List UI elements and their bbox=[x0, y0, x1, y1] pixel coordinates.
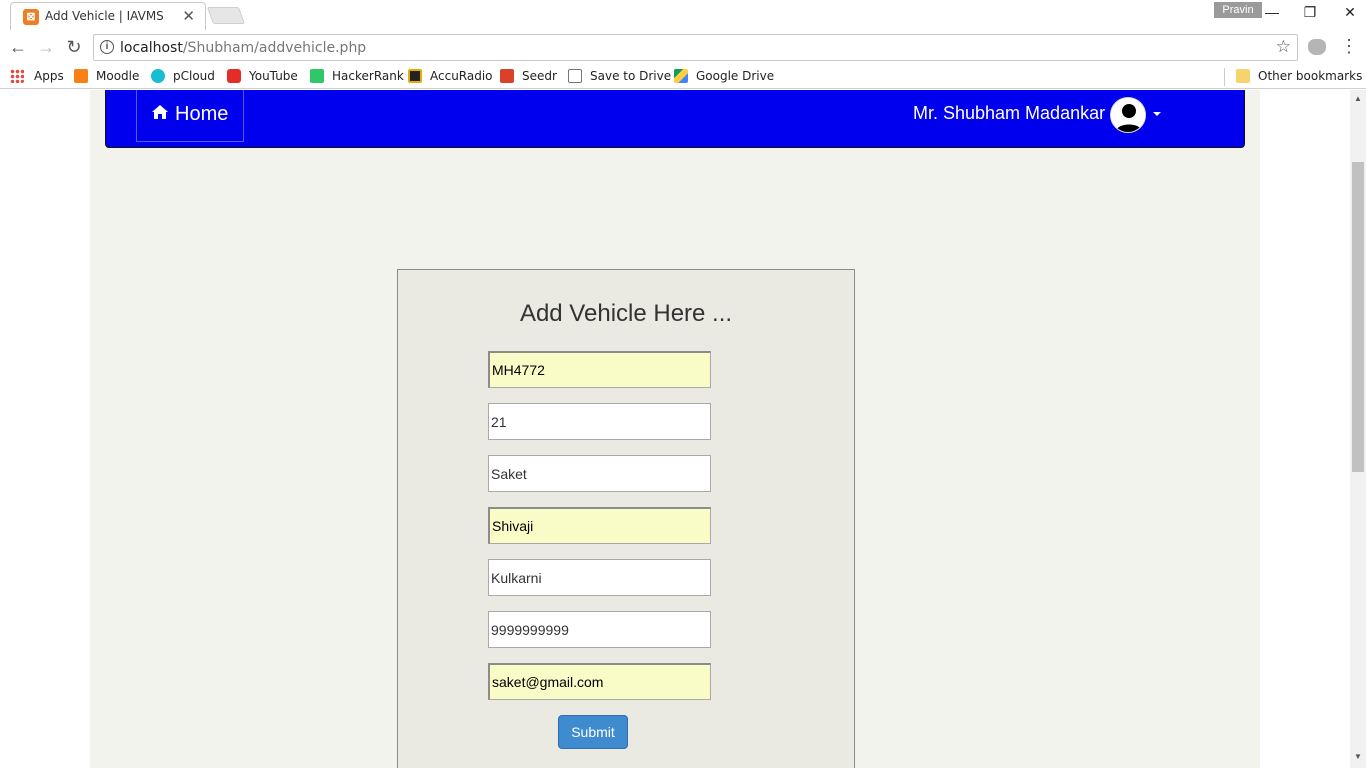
hackerrank-icon bbox=[310, 69, 324, 83]
forward-arrow-icon[interactable]: → bbox=[34, 36, 58, 58]
accuradio-icon bbox=[408, 69, 422, 83]
reload-icon[interactable]: ↻ bbox=[62, 36, 86, 58]
tab-strip: ⊠ Add Vehicle | IAVMS ✕ Pravin — ❐ ✕ bbox=[0, 0, 1366, 30]
bookmark-accuradio[interactable]: AccuRadio bbox=[408, 68, 493, 86]
page-viewport: Home Mr. Shubham Madankar Add Vehicle He… bbox=[0, 90, 1350, 768]
bookmark-google-drive[interactable]: Google Drive bbox=[674, 68, 774, 86]
browser-toolbar: ← → ↻ i localhost/Shubham/addvehicle.php… bbox=[0, 30, 1366, 64]
bookmark-pcloud[interactable]: pCloud bbox=[151, 68, 215, 86]
window-close-icon[interactable]: ✕ bbox=[1338, 2, 1362, 22]
google-drive-icon bbox=[674, 69, 688, 83]
bookmark-hackerrank[interactable]: HackerRank bbox=[310, 68, 404, 86]
new-tab-button[interactable] bbox=[206, 7, 246, 24]
page-container: Home Mr. Shubham Madankar Add Vehicle He… bbox=[90, 90, 1260, 768]
bookmarks-bar: Apps Moodle pCloud YouTube HackerRank Ac… bbox=[0, 64, 1366, 89]
vehicle-field-5[interactable] bbox=[488, 559, 711, 596]
add-vehicle-form: Add Vehicle Here ... Submit bbox=[397, 269, 855, 768]
bookmark-star-icon[interactable]: ☆ bbox=[1276, 37, 1291, 57]
apps-grid-icon bbox=[10, 69, 24, 83]
info-icon[interactable]: i bbox=[100, 40, 114, 54]
home-icon bbox=[151, 90, 169, 139]
vehicle-number-field[interactable] bbox=[488, 351, 711, 388]
user-avatar-icon[interactable] bbox=[1110, 97, 1146, 133]
bookmark-save-to-drive[interactable]: Save to Drive bbox=[568, 68, 671, 86]
home-label: Home bbox=[175, 103, 229, 125]
profile-badge[interactable]: Pravin bbox=[1214, 2, 1262, 18]
tab-title: Add Vehicle | IAVMS bbox=[45, 9, 164, 23]
menu-dots-icon[interactable]: ⋮ bbox=[1340, 36, 1358, 57]
minimize-icon[interactable]: — bbox=[1260, 2, 1284, 22]
page-icon bbox=[568, 69, 582, 83]
phone-field[interactable] bbox=[488, 611, 711, 648]
bookmark-separator bbox=[1224, 68, 1225, 86]
pcloud-icon bbox=[151, 69, 165, 83]
user-name[interactable]: Mr. Shubham Madankar bbox=[913, 103, 1105, 124]
restore-icon[interactable]: ❐ bbox=[1298, 2, 1322, 22]
vehicle-field-4[interactable] bbox=[488, 507, 711, 544]
moodle-icon bbox=[74, 69, 88, 83]
back-arrow-icon[interactable]: ← bbox=[6, 36, 30, 58]
scroll-down-icon[interactable]: ▼ bbox=[1354, 752, 1362, 761]
vehicle-field-3[interactable] bbox=[488, 455, 711, 492]
folder-icon bbox=[1236, 69, 1250, 83]
form-title: Add Vehicle Here ... bbox=[519, 300, 733, 327]
bookmark-other[interactable]: Other bookmarks bbox=[1236, 68, 1362, 86]
seedr-icon bbox=[500, 69, 514, 83]
tab-close-icon[interactable]: ✕ bbox=[182, 7, 195, 25]
vehicle-field-2[interactable] bbox=[488, 403, 711, 440]
bookmark-seedr[interactable]: Seedr bbox=[500, 68, 557, 86]
bookmark-apps[interactable]: Apps bbox=[10, 68, 64, 86]
scroll-up-icon[interactable]: ▲ bbox=[1354, 94, 1362, 103]
bookmark-youtube[interactable]: YouTube bbox=[227, 68, 298, 86]
submit-button[interactable]: Submit bbox=[558, 715, 628, 749]
home-link[interactable]: Home bbox=[136, 90, 244, 142]
email-field[interactable] bbox=[488, 663, 711, 700]
extension-icon[interactable] bbox=[1308, 39, 1326, 55]
browser-tab[interactable]: ⊠ Add Vehicle | IAVMS ✕ bbox=[10, 2, 206, 30]
bookmark-moodle[interactable]: Moodle bbox=[74, 68, 139, 86]
url-text: localhost/Shubham/addvehicle.php bbox=[120, 40, 367, 56]
top-navbar: Home Mr. Shubham Madankar bbox=[105, 90, 1245, 148]
page-scrollbar[interactable]: ▲ ▼ bbox=[1350, 90, 1366, 768]
scroll-thumb[interactable] bbox=[1352, 162, 1364, 472]
xampp-favicon-icon: ⊠ bbox=[23, 9, 39, 25]
address-bar[interactable]: i localhost/Shubham/addvehicle.php ☆ bbox=[93, 34, 1298, 61]
youtube-icon bbox=[227, 69, 241, 83]
user-menu-caret-icon[interactable] bbox=[1153, 112, 1161, 116]
